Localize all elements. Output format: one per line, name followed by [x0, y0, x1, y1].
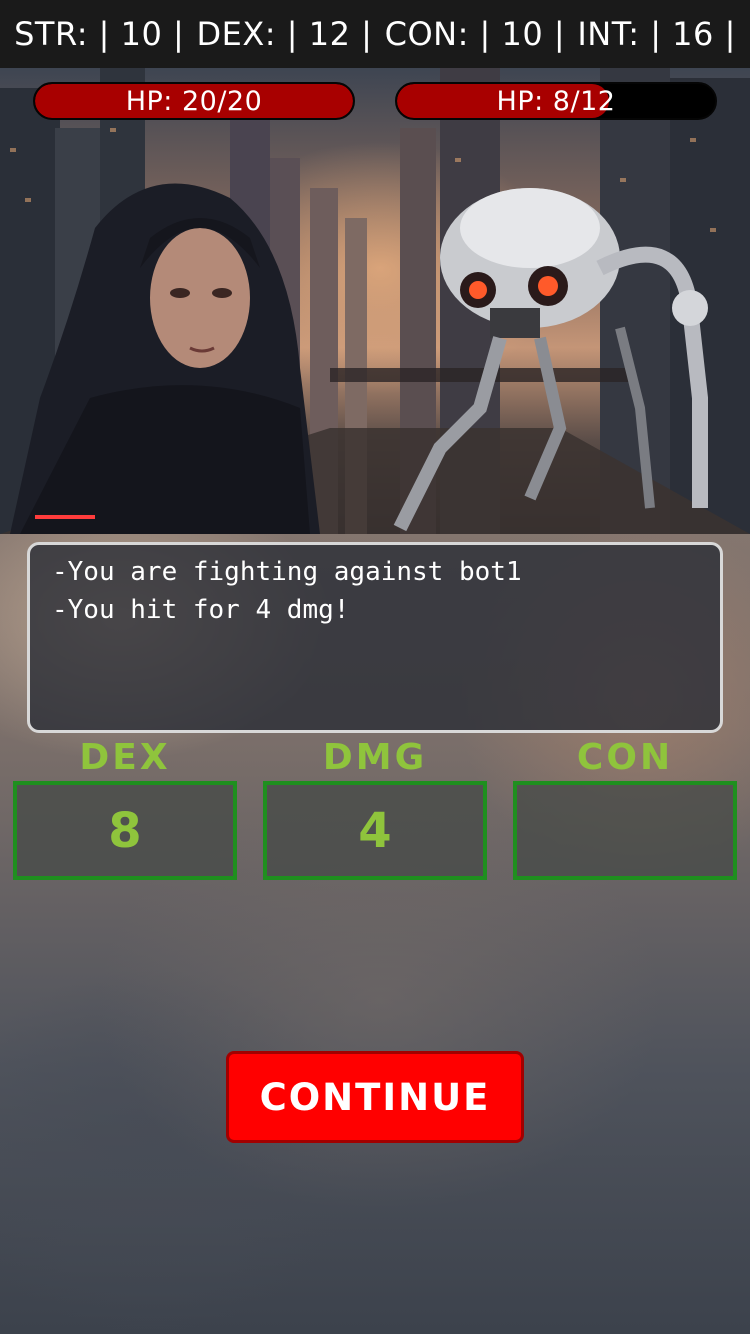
enemy-hp-bar: HP: 8/12	[395, 82, 717, 120]
battle-scene	[0, 68, 750, 534]
city-illustration	[0, 68, 750, 534]
log-line: -You are fighting against bot1	[52, 557, 522, 587]
stats-bar: STR: | 10 | DEX: | 12 | CON: | 10 | INT:…	[0, 0, 750, 68]
stat-dex: DEX: | 12 |	[196, 15, 373, 53]
roll-label-dex: DEX	[79, 737, 171, 778]
player-hp-text: HP: 20/20	[125, 85, 263, 117]
stat-con: CON: | 10 |	[384, 15, 566, 53]
roll-value-dex: 8	[13, 781, 237, 880]
stat-int: INT: | 16 |	[577, 15, 736, 53]
enemy-hp-text: HP: 8/12	[496, 85, 616, 117]
roll-value-con	[513, 781, 737, 880]
log-line: -You hit for 4 dmg!	[52, 595, 350, 625]
combat-log: -You are fighting against bot1 -You hit …	[27, 542, 723, 733]
roll-value-dmg: 4	[263, 781, 487, 880]
roll-label-con: CON	[576, 737, 674, 778]
roll-label-dmg: DMG	[322, 737, 428, 778]
player-hp-bar: HP: 20/20	[33, 82, 355, 120]
stat-str: STR: | 10 |	[14, 15, 185, 53]
continue-button[interactable]: CONTINUE	[226, 1051, 524, 1143]
